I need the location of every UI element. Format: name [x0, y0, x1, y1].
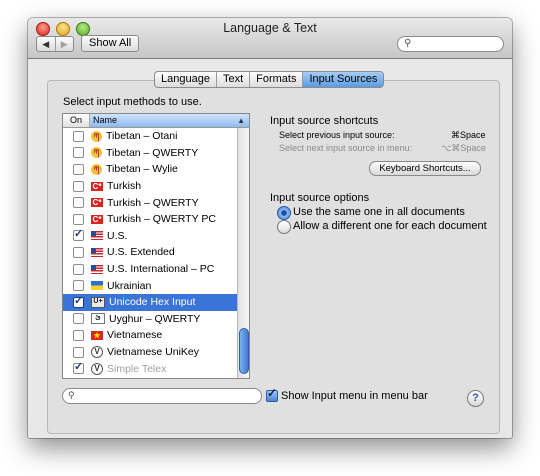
- tab-bar: Language Text Formats Input Sources: [154, 71, 385, 88]
- enable-checkbox[interactable]: [73, 227, 84, 242]
- enable-checkbox[interactable]: [73, 163, 84, 175]
- vertical-scrollbar[interactable]: [237, 128, 249, 378]
- enable-checkbox[interactable]: [73, 313, 84, 325]
- tab-formats[interactable]: Formats: [250, 72, 304, 87]
- input-method-name: U.S. International – PC: [107, 263, 215, 276]
- scroll-thumb[interactable]: [239, 328, 249, 374]
- next-source-key: ⌥⌘Space: [441, 143, 486, 153]
- table-row[interactable]: Ukrainian: [63, 277, 238, 294]
- us-flag-icon: [91, 231, 103, 241]
- forward-icon[interactable]: ▶: [54, 37, 74, 51]
- column-on[interactable]: On: [63, 114, 90, 127]
- uyg-flag-icon: ئ: [91, 313, 105, 325]
- search-icon: ⚲: [404, 38, 412, 49]
- sort-ascending-icon: ▲: [237, 116, 245, 125]
- shortcuts-heading: Input source shortcuts: [270, 115, 379, 127]
- input-method-name: Tibetan – Wylie: [106, 163, 178, 176]
- tab-input-sources[interactable]: Input Sources: [303, 72, 384, 87]
- table-row[interactable]: C* Turkish: [63, 178, 238, 195]
- enable-checkbox[interactable]: [73, 263, 84, 275]
- ua-flag-icon: [91, 281, 103, 291]
- input-method-name: Simple Telex: [107, 362, 167, 375]
- globe-flag-icon: V: [91, 362, 103, 375]
- show-input-menu-label[interactable]: Show Input menu in menu bar: [281, 390, 428, 402]
- table-row[interactable]: U+ Unicode Hex Input: [63, 294, 238, 311]
- input-method-name: Vietnamese: [107, 329, 163, 342]
- enable-checkbox[interactable]: [73, 280, 84, 292]
- table-row[interactable]: U.S. International – PC: [63, 261, 238, 278]
- show-all-button[interactable]: Show All: [81, 35, 140, 52]
- back-icon[interactable]: ◀: [37, 37, 55, 51]
- column-name[interactable]: Name ▲: [90, 114, 249, 127]
- us-flag-icon: [91, 264, 103, 274]
- title-bar: Language & Text ◀ ▶ Show All ⚲: [28, 18, 512, 59]
- enable-checkbox[interactable]: [73, 329, 84, 341]
- different-document-radio[interactable]: [277, 220, 291, 234]
- table-row[interactable]: ཀ Tibetan – Wylie: [63, 161, 238, 178]
- table-row[interactable]: V Simple Telex: [63, 360, 238, 377]
- table-row[interactable]: ཀ Tibetan – Otani: [63, 128, 238, 145]
- help-button[interactable]: ?: [467, 390, 484, 407]
- tibet-flag-icon: ཀ: [91, 147, 102, 159]
- enable-checkbox[interactable]: [73, 246, 84, 258]
- input-method-name: U.S. Extended: [107, 246, 175, 259]
- input-method-name: Tibetan – QWERTY: [106, 146, 199, 159]
- table-header: On Name ▲: [63, 114, 249, 128]
- table-row[interactable]: V Vietnamese UniKey: [63, 344, 238, 361]
- turkey-flag-icon: C*: [91, 198, 103, 208]
- tibet-flag-icon: ཀ: [91, 130, 102, 142]
- input-method-name: Ukrainian: [107, 279, 152, 292]
- prev-source-label: Select previous input source:: [279, 130, 395, 140]
- table-row[interactable]: ئ Uyghur – QWERTY: [63, 311, 238, 328]
- next-source-label: Select next input source in menu:: [279, 143, 413, 153]
- turkey-flag-icon: C*: [91, 214, 103, 224]
- enable-checkbox[interactable]: [73, 294, 84, 308]
- input-methods-table: On Name ▲ ཀ Tibetan – Otani ཀ Tibetan – QWE…: [62, 113, 250, 379]
- us-flag-icon: [91, 247, 103, 257]
- different-document-label[interactable]: Allow a different one for each document: [293, 220, 487, 232]
- enable-checkbox[interactable]: [73, 213, 84, 225]
- enable-checkbox[interactable]: [73, 147, 84, 159]
- tab-language[interactable]: Language: [155, 72, 217, 87]
- table-row[interactable]: ཀ Tibetan – QWERTY: [63, 145, 238, 162]
- enable-checkbox[interactable]: [73, 197, 84, 209]
- options-heading: Input source options: [270, 192, 370, 204]
- enable-checkbox[interactable]: [73, 180, 84, 192]
- tibet-flag-icon: ཀ: [91, 163, 102, 175]
- input-method-name: Turkish – QWERTY PC: [107, 213, 216, 226]
- input-method-name: Unicode Hex Input: [109, 296, 196, 309]
- prev-source-key: ⌘Space: [451, 130, 486, 140]
- enable-checkbox[interactable]: [73, 346, 84, 358]
- nav-buttons: ◀ ▶: [36, 36, 74, 52]
- window-title: Language & Text: [223, 21, 317, 35]
- input-method-name: Turkish – QWERTY: [107, 196, 199, 209]
- show-input-menu-checkbox[interactable]: [266, 386, 278, 402]
- tab-text[interactable]: Text: [217, 72, 251, 87]
- input-method-name: Tibetan – Otani: [106, 130, 178, 143]
- filter-search-field[interactable]: ⚲: [62, 388, 262, 404]
- input-method-name: U.S.: [107, 229, 128, 242]
- table-row[interactable]: C* Turkish – QWERTY: [63, 194, 238, 211]
- table-rows: ཀ Tibetan – Otani ཀ Tibetan – QWERTY ཀ Tibeta…: [63, 128, 238, 377]
- uni-flag-icon: U+: [91, 296, 105, 308]
- keyboard-shortcuts-button[interactable]: Keyboard Shortcuts...: [369, 161, 481, 176]
- enable-checkbox[interactable]: [73, 130, 84, 142]
- table-row[interactable]: ★ Vietnamese: [63, 327, 238, 344]
- turkey-flag-icon: C*: [91, 181, 103, 191]
- input-method-name: Turkish: [107, 180, 142, 193]
- search-icon: ⚲: [68, 390, 75, 400]
- column-name-label: Name: [93, 115, 118, 125]
- table-row[interactable]: U.S. Extended: [63, 244, 238, 261]
- same-document-radio[interactable]: [277, 206, 291, 220]
- input-method-name: Vietnamese UniKey: [107, 346, 200, 359]
- select-methods-label: Select input methods to use.: [63, 96, 202, 108]
- globe-flag-icon: V: [91, 346, 103, 359]
- enable-checkbox[interactable]: [73, 360, 84, 375]
- vn-flag-icon: ★: [91, 330, 103, 340]
- input-method-name: Uyghur – QWERTY: [109, 312, 201, 325]
- table-row[interactable]: U.S.: [63, 227, 238, 245]
- table-row[interactable]: C* Turkish – QWERTY PC: [63, 211, 238, 228]
- search-field[interactable]: ⚲: [397, 36, 504, 52]
- same-document-label[interactable]: Use the same one in all documents: [293, 206, 465, 218]
